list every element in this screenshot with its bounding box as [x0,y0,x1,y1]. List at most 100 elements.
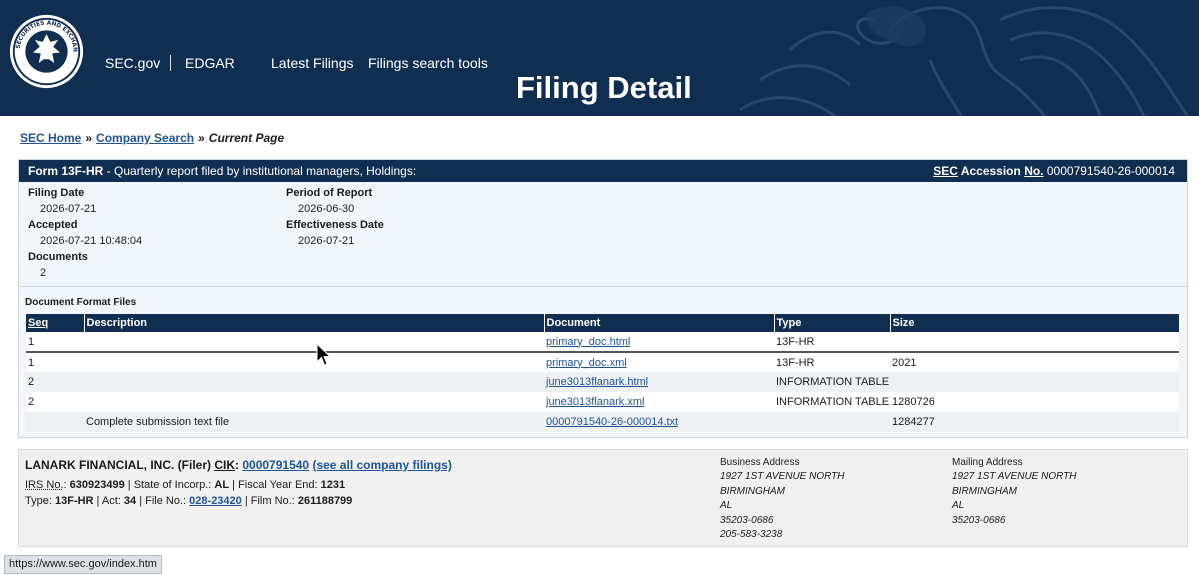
column-header-type: Type [774,314,891,332]
mailing-address: Mailing Address 1927 1ST AVENUE NORTH BI… [952,457,1077,529]
mouse-cursor-icon [316,343,332,366]
row-description [84,352,544,372]
site-header: SECURITIES AND EXCHANGE COMMISSION SEC.g… [0,0,1199,116]
nav-edgar-link[interactable]: EDGAR [185,55,235,71]
filing-date-label: Filing Date [28,187,85,199]
accession-no-abbr: No. [1024,164,1044,178]
row-type: 13F-HR [776,356,815,369]
see-all-company-filings-link[interactable]: (see all company filings) [312,458,451,472]
state-value: AL [214,479,230,491]
filing-detail-page: SECURITIES AND EXCHANGE COMMISSION SEC.g… [0,0,1199,575]
cik-label: CIK [214,458,236,472]
effectiveness-date-value: 2026-07-21 [298,235,355,247]
eagle-watermark-icon [739,6,1190,116]
row-type [774,412,890,432]
form-description: - Quarterly report filed by institutiona… [103,164,417,178]
row-seq: 2 [28,396,35,408]
nav-separator [170,55,171,71]
row-seq [26,412,84,432]
business-address-line: BIRMINGHAM [720,485,785,497]
filer-name: LANARK FINANCIAL, INC. (Filer) [25,458,211,472]
accession-sec-abbr: SEC [933,164,958,178]
row-seq: 1 [28,356,35,369]
business-address-label: Business Address [720,457,800,468]
filer-type-line: Type: 13F-HR | Act: 34 | File No.: 028-2… [25,495,353,507]
irs-value: 630923499 [69,479,125,491]
row-description [84,332,544,353]
row-description [84,392,544,412]
effectiveness-date-label: Effectiveness Date [286,219,384,231]
document-link-info-table-xml[interactable]: june3013flanark.xml [546,396,644,408]
mailing-address-line: 1927 1ST AVENUE NORTH [952,471,1077,482]
column-header-document: Document [544,314,775,332]
act-value: 34 [123,495,137,507]
mailing-address-line: AL [952,500,965,512]
column-header-seq: Seq [26,314,85,332]
row-type: INFORMATION TABLE [776,396,890,408]
breadcrumb: SEC Home» Company Search» Current Page [20,131,284,145]
breadcrumb-company-search-link[interactable]: Company Search [96,131,194,145]
document-format-files-title: Document Format Files [25,297,137,308]
mailing-address-line: BIRMINGHAM [952,485,1017,497]
document-link-info-table-html[interactable]: june3013flanark.html [546,376,648,388]
nav-latest-filings-link[interactable]: Latest Filings [271,55,353,71]
cik-link[interactable]: 0000791540 [242,458,309,472]
mailing-address-line: 35203-0686 [952,514,1006,526]
table-row: 2 june3013flanark.html INFORMATION TABLE [26,372,1179,392]
state-label: State of Incorp. [133,479,209,491]
table-row: Complete submission text file 0000791540… [26,412,1179,432]
period-of-report-value: 2026-06-30 [298,203,355,215]
accepted-label: Accepted [28,219,78,231]
business-address: Business Address 1927 1ST AVENUE NORTH B… [720,457,845,544]
breadcrumb-sec-home-link[interactable]: SEC Home [20,131,81,145]
filer-info-panel: LANARK FINANCIAL, INC. (Filer) CIK: 0000… [18,449,1188,547]
accepted-value: 2026-07-21 10:48:04 [40,235,143,247]
row-size: 1284277 [890,412,1179,432]
business-address-line: 1927 1ST AVENUE NORTH [720,471,845,482]
row-description: Complete submission text file [84,412,544,432]
period-of-report-label: Period of Report [286,187,373,199]
mailing-address-label: Mailing Address [952,457,1023,468]
form-detail-panel: Form 13F-HR - Quarterly report filed by … [18,159,1188,438]
table-row: 2 june3013flanark.xml INFORMATION TABLE … [26,392,1179,412]
file-no-link[interactable]: 028-23420 [189,495,242,507]
filer-id-line: IRS No.: 630923499 | State of Incorp.: A… [25,479,346,491]
documents-label: Documents [28,251,88,263]
documents-value: 2 [40,267,47,279]
row-size: 2021 [892,356,917,369]
business-address-line: AL [720,500,733,512]
document-format-files-table: Seq Description Document Type Size 1 pri… [26,314,1179,432]
row-type: 13F-HR [774,332,890,353]
row-size [890,372,1179,392]
table-header-row: Seq Description Document Type Size [26,314,1179,332]
fiscal-year-value: 1231 [320,479,346,491]
accession-label: Accession [960,164,1021,178]
row-seq: 1 [26,332,84,353]
type-label: Type [25,495,49,507]
accession-value: 0000791540-26-000014 [1046,164,1175,178]
row-type: INFORMATION TABLE [774,372,890,392]
form-name: Form 13F-HR [28,164,104,178]
column-header-description: Description [84,314,545,332]
row-description [84,372,544,392]
breadcrumb-separator: » [85,131,93,145]
breadcrumb-separator: » [198,131,205,145]
business-address-line: 35203-0686 [720,514,774,526]
table-row: 1 primary_doc.html 13F-HR [26,332,1179,353]
document-link-submission-txt[interactable]: 0000791540-26-000014.txt [546,416,678,428]
document-link-primary-doc-xml[interactable]: primary_doc.xml [546,357,627,369]
status-bar-url: https://www.sec.gov/index.htm [4,555,162,574]
document-link-primary-doc-html[interactable]: primary_doc.html [546,336,630,348]
type-value: 13F-HR [54,495,94,507]
nav-filings-search-tools-link[interactable]: Filings search tools [368,55,488,71]
form-title-bar: Form 13F-HR - Quarterly report filed by … [19,160,1187,182]
section-divider [19,286,1187,287]
film-no-label: Film No. [250,495,292,507]
sec-seal-icon: SECURITIES AND EXCHANGE COMMISSION [8,13,84,89]
row-size: 1280726 [892,396,935,408]
table-row: 1 primary_doc.xml 13F-HR 2021 [26,352,1179,372]
act-label: Act [101,495,118,507]
row-seq: 2 [26,372,84,392]
column-header-size: Size [890,314,1179,332]
nav-secgov-link[interactable]: SEC.gov [105,55,160,71]
